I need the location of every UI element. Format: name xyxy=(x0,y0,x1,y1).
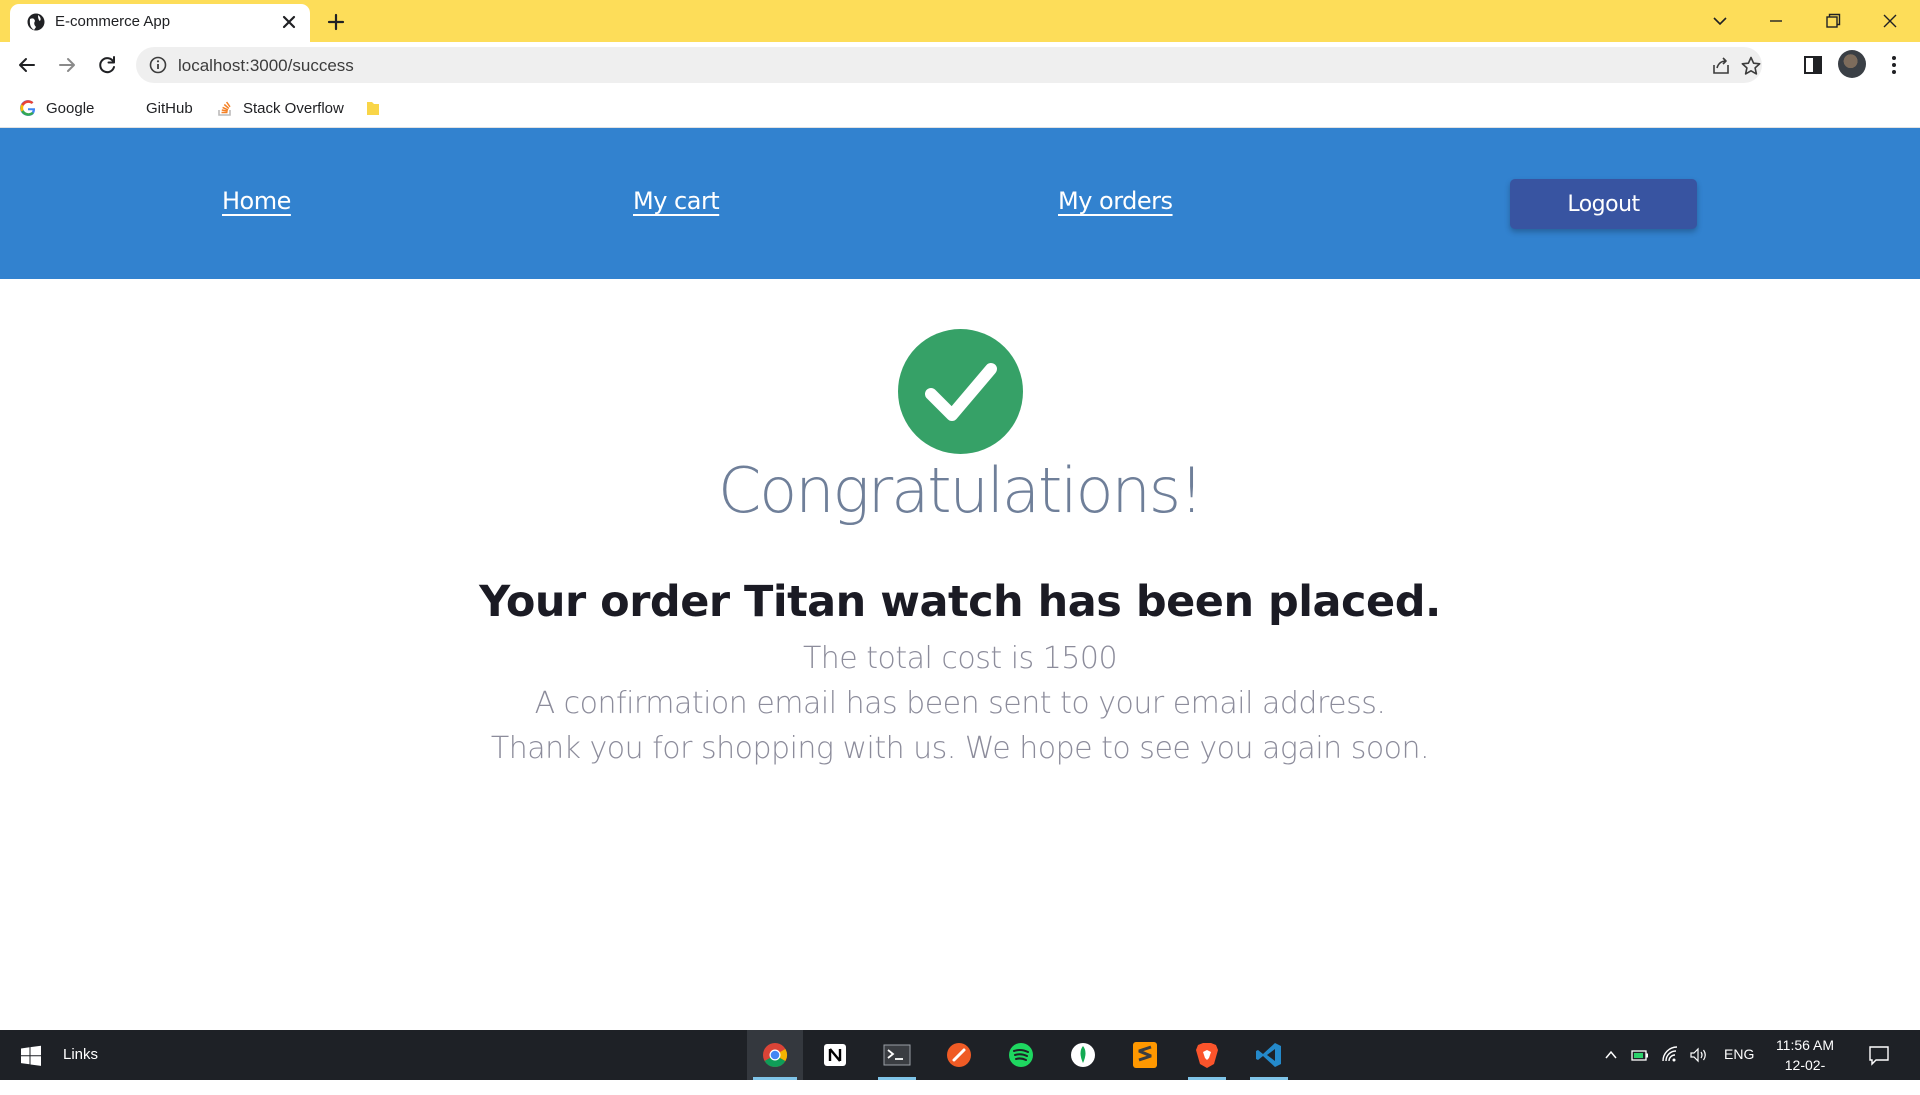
share-icon[interactable] xyxy=(1710,55,1732,77)
battery-icon[interactable] xyxy=(1630,1045,1650,1065)
google-icon xyxy=(20,100,36,116)
vscode-icon xyxy=(1256,1043,1281,1067)
kebab-menu-icon[interactable] xyxy=(1880,51,1908,79)
tab-strip: E-commerce App xyxy=(0,0,1920,42)
nav-my-cart-link[interactable]: My cart xyxy=(633,187,720,215)
back-arrow-icon[interactable] xyxy=(13,51,41,79)
windows-start-icon[interactable] xyxy=(20,1045,42,1067)
logout-button[interactable]: Logout xyxy=(1510,179,1697,229)
postman-icon xyxy=(947,1043,971,1067)
taskbar-postman[interactable] xyxy=(934,1030,984,1080)
checkmark-icon xyxy=(925,363,997,421)
globe-icon xyxy=(27,13,45,31)
confirmation-email-text: A confirmation email has been sent to yo… xyxy=(534,686,1386,721)
taskbar: Links ENG 11:56 AM 12-02-2023 xyxy=(0,1030,1920,1093)
bookmark-google[interactable]: Google xyxy=(19,98,94,118)
wifi-icon[interactable] xyxy=(1660,1045,1680,1065)
address-bar[interactable]: localhost:3000/success xyxy=(136,47,1762,83)
spotify-icon xyxy=(1009,1043,1033,1067)
success-check-icon xyxy=(898,329,1023,454)
browser-toolbar: localhost:3000/success xyxy=(0,42,1920,88)
clock-time: 11:56 AM xyxy=(1775,1037,1835,1053)
stack-overflow-icon xyxy=(218,101,231,116)
bookmark-label: GitHub xyxy=(146,99,193,117)
profile-avatar[interactable] xyxy=(1838,50,1866,78)
side-panel-icon[interactable] xyxy=(1799,51,1827,79)
nav-my-orders-link[interactable]: My orders xyxy=(1058,187,1173,215)
congratulations-heading: Congratulations! xyxy=(718,454,1204,527)
bookmark-label: Google xyxy=(46,99,95,117)
clock-date: 12-02-2023 xyxy=(1784,1057,1826,1093)
taskbar-brave[interactable] xyxy=(1182,1030,1232,1080)
chrome-icon xyxy=(763,1043,788,1068)
taskbar-spotify[interactable] xyxy=(996,1030,1046,1080)
reload-icon[interactable] xyxy=(93,51,121,79)
browser-tab[interactable]: E-commerce App xyxy=(10,4,310,42)
terminal-icon xyxy=(883,1044,911,1066)
success-panel: Congratulations! Your order Titan watch … xyxy=(0,279,1920,1029)
links-toolbar-label[interactable]: Links xyxy=(63,1046,98,1063)
minimize-icon[interactable] xyxy=(1758,6,1794,36)
plus-icon[interactable] xyxy=(324,10,348,34)
taskbar-notion[interactable] xyxy=(810,1030,860,1080)
clock[interactable]: 11:56 AM 12-02-2023 xyxy=(1770,1035,1840,1095)
window-close-icon[interactable] xyxy=(1872,6,1908,36)
app-navbar: Home My cart My orders Logout xyxy=(0,128,1920,279)
star-icon[interactable] xyxy=(1740,55,1762,77)
bookmark-label: Stack Overflow xyxy=(243,99,344,117)
close-icon[interactable] xyxy=(278,11,300,33)
url-text[interactable]: localhost:3000/success xyxy=(178,56,354,76)
taskbar-vscode[interactable] xyxy=(1244,1030,1294,1080)
bookmark-github[interactable]: GitHub xyxy=(146,98,193,118)
order-placed-text: Your order Titan watch has been placed. xyxy=(479,577,1441,627)
taskbar-chrome[interactable] xyxy=(747,1030,803,1080)
restore-icon[interactable] xyxy=(1815,6,1851,36)
notification-icon[interactable] xyxy=(1868,1044,1890,1066)
taskbar-sublime[interactable] xyxy=(1120,1030,1170,1080)
taskbar-terminal[interactable] xyxy=(872,1030,922,1080)
notion-icon xyxy=(824,1044,846,1066)
nav-home-link[interactable]: Home xyxy=(222,187,291,215)
chevron-down-icon[interactable] xyxy=(1702,6,1738,36)
info-icon[interactable] xyxy=(148,55,168,75)
brave-icon xyxy=(1196,1043,1218,1068)
volume-icon[interactable] xyxy=(1688,1045,1708,1065)
bookmark-stack-overflow[interactable]: Stack Overflow xyxy=(216,98,344,118)
bookmarks-bar: Google GitHub Stack Overflow xyxy=(0,88,1920,128)
sublime-icon xyxy=(1133,1042,1157,1068)
forward-arrow-icon[interactable] xyxy=(53,51,81,79)
chevron-up-icon[interactable] xyxy=(1601,1045,1621,1065)
tab-title: E-commerce App xyxy=(55,13,171,30)
taskbar-mongodb-compass[interactable] xyxy=(1058,1030,1108,1080)
total-cost-text: The total cost is 1500 xyxy=(802,641,1118,676)
thank-you-text: Thank you for shopping with us. We hope … xyxy=(490,731,1430,766)
folder-icon xyxy=(367,102,379,115)
input-language[interactable]: ENG xyxy=(1724,1046,1754,1062)
bookmark-folder[interactable] xyxy=(364,98,391,118)
mongodb-icon xyxy=(1071,1043,1095,1067)
